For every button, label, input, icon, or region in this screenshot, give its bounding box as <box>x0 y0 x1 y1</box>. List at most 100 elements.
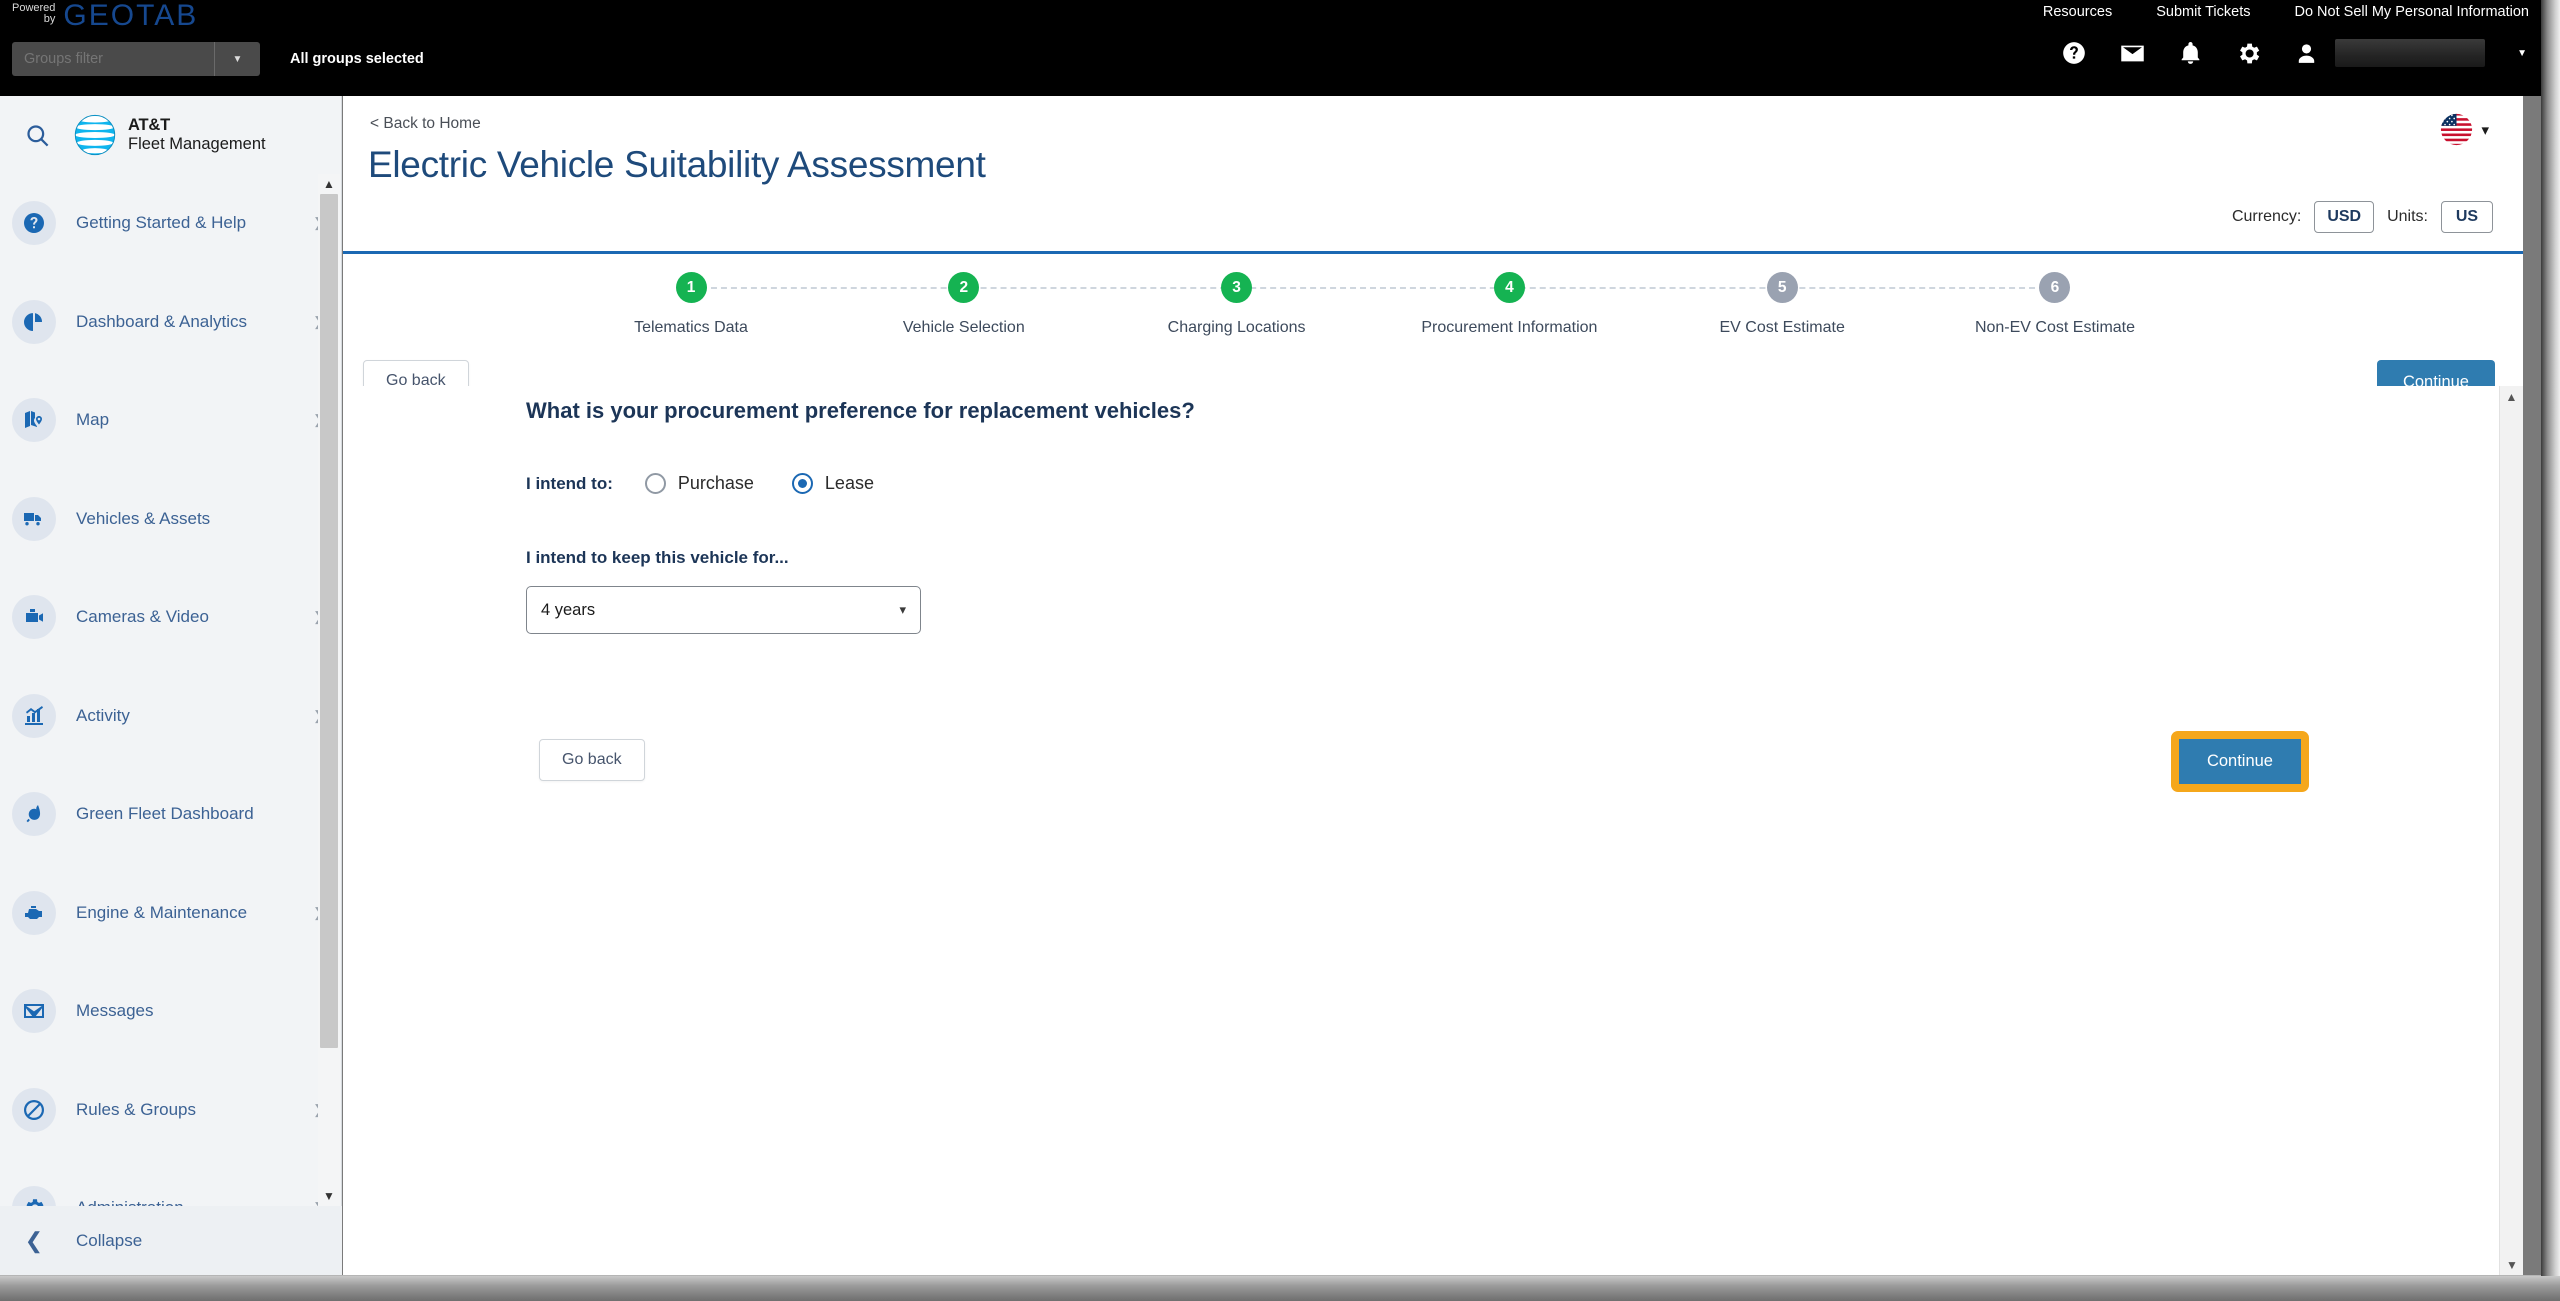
back-to-home-link[interactable]: < Back to Home <box>370 115 481 133</box>
sidebar-item-label: Administration <box>76 1198 313 1206</box>
sidebar-item-messages[interactable]: Messages <box>0 962 342 1061</box>
step-ev-cost-estimate[interactable]: 5 EV Cost Estimate <box>1684 272 1880 337</box>
stepper-area: 1 Telematics Data 2 Vehicle Selection 3 … <box>343 254 2523 405</box>
units-value-button[interactable]: US <box>2441 201 2493 233</box>
scroll-down-icon[interactable]: ▼ <box>2500 1254 2524 1276</box>
app-window: Powered by GEOTAB Resources Submit Ticke… <box>0 0 2560 1301</box>
sidebar-item-activity[interactable]: Activity ❯ <box>0 667 342 766</box>
keep-duration-select[interactable]: 4 years ▾ <box>526 586 921 634</box>
step-label: Non-EV Cost Estimate <box>1974 319 2136 336</box>
continue-highlight-ring: Continue <box>2170 731 2309 792</box>
sidebar-item-label: Cameras & Video <box>76 607 209 627</box>
att-logo-text: AT&T Fleet Management <box>128 116 266 155</box>
main-scrollbar[interactable]: ▲ ▼ <box>2499 386 2523 1276</box>
sidebar-item-administration[interactable]: Administration ❯ <box>0 1159 342 1206</box>
scroll-up-icon[interactable]: ▲ <box>318 174 340 194</box>
sidebar-item-label: Activity <box>76 705 130 725</box>
leaf-icon <box>12 792 56 837</box>
us-flag-icon <box>2441 113 2473 146</box>
att-fleet-logo: AT&T Fleet Management <box>74 114 266 156</box>
sidebar-scrollbar-thumb[interactable] <box>320 194 338 1048</box>
sidebar-scrollbar[interactable]: ▲ ▼ <box>318 174 340 1206</box>
topbar-icon-group: ▼ <box>2059 38 2527 68</box>
sidebar-item-engine-maintenance[interactable]: Engine & Maintenance ❯ <box>0 864 342 963</box>
groups-filter[interactable]: ▼ <box>12 42 260 76</box>
sidebar-item-label: Messages <box>76 1001 154 1021</box>
sidebar-item-label: Map <box>76 410 110 430</box>
step-number: 6 <box>2039 272 2071 303</box>
chevron-down-icon[interactable]: ▼ <box>2517 48 2527 59</box>
bell-icon[interactable] <box>2175 38 2205 68</box>
scroll-up-icon[interactable]: ▲ <box>2500 386 2523 408</box>
help-icon[interactable] <box>2059 38 2089 68</box>
powered-by-text: Powered by <box>12 1 55 25</box>
att-logo-line2: Fleet Management <box>128 135 266 153</box>
link-do-not-sell[interactable]: Do Not Sell My Personal Information <box>2294 4 2529 20</box>
currency-value-button[interactable]: USD <box>2314 201 2375 233</box>
radio-option-lease[interactable]: Lease <box>791 473 874 494</box>
step-label: Charging Locations <box>1167 319 1306 336</box>
radio-purchase-label: Purchase <box>677 473 754 493</box>
sidebar-item-dashboard-analytics[interactable]: Dashboard & Analytics ❯ <box>0 273 342 372</box>
radio-lease-input[interactable] <box>791 473 813 494</box>
search-icon[interactable] <box>0 122 74 149</box>
topbar-links: Resources Submit Tickets Do Not Sell My … <box>2043 4 2529 20</box>
sidebar-item-label: Green Fleet Dashboard <box>76 804 254 824</box>
step-number: 2 <box>948 272 980 303</box>
keep-duration-value: 4 years <box>541 600 596 619</box>
chevron-left-icon: ❮ <box>24 1228 44 1253</box>
sidebar-item-label: Dashboard & Analytics <box>76 311 248 331</box>
truck-icon <box>12 496 56 541</box>
bottom-go-back-button[interactable]: Go back <box>539 739 645 781</box>
map-pin-icon <box>12 398 56 443</box>
user-icon[interactable] <box>2291 38 2321 68</box>
sidebar-item-rules-groups[interactable]: Rules & Groups ❯ <box>0 1061 342 1160</box>
step-vehicle-selection[interactable]: 2 Vehicle Selection <box>866 272 1062 337</box>
geotab-logo: Powered by GEOTAB <box>12 1 198 31</box>
geotab-wordmark: GEOTAB <box>63 0 199 32</box>
sidebar-item-label: Rules & Groups <box>76 1099 196 1119</box>
gear-icon[interactable] <box>2233 38 2263 68</box>
step-label: Vehicle Selection <box>902 319 1025 336</box>
sidebar-collapse-button[interactable]: ❮ Collapse <box>0 1206 342 1276</box>
activity-chart-icon <box>12 693 56 738</box>
link-resources[interactable]: Resources <box>2043 4 2112 20</box>
intent-radio-group: I intend to: Purchase Lease <box>526 473 912 494</box>
radio-option-purchase[interactable]: Purchase <box>644 473 754 494</box>
step-charging-locations[interactable]: 3 Charging Locations <box>1139 272 1335 337</box>
step-telematics-data[interactable]: 1 Telematics Data <box>593 272 789 337</box>
bottom-continue-button[interactable]: Continue <box>2178 739 2301 784</box>
link-submit-tickets[interactable]: Submit Tickets <box>2156 4 2250 20</box>
progress-stepper: 1 Telematics Data 2 Vehicle Selection 3 … <box>593 272 2153 362</box>
step-label: Procurement Information <box>1421 319 1598 336</box>
envelope-icon <box>12 989 56 1034</box>
chevron-down-icon[interactable]: ▾ <box>899 602 906 618</box>
language-selector[interactable]: ▾ <box>2440 113 2489 146</box>
att-globe-icon <box>74 114 116 156</box>
by-word: by <box>43 13 56 25</box>
pie-chart-icon <box>12 299 56 344</box>
sidebar-item-green-fleet-dashboard[interactable]: Green Fleet Dashboard <box>0 765 342 864</box>
sidebar-item-map[interactable]: Map ❯ <box>0 371 342 470</box>
sidebar-item-label: Engine & Maintenance <box>76 902 248 922</box>
radio-purchase-input[interactable] <box>644 473 666 494</box>
sidebar-item-vehicles-assets[interactable]: Vehicles & Assets <box>0 470 342 569</box>
chevron-down-icon[interactable]: ▼ <box>214 42 260 76</box>
step-non-ev-cost-estimate[interactable]: 6 Non-EV Cost Estimate <box>1957 272 2153 337</box>
gear-icon <box>12 1186 56 1206</box>
step-procurement-information[interactable]: 4 Procurement Information <box>1411 272 1607 337</box>
username-field[interactable] <box>2335 39 2486 67</box>
chevron-down-icon[interactable]: ▾ <box>2481 121 2489 139</box>
groups-filter-input[interactable] <box>12 42 214 76</box>
sidebar-item-cameras-video[interactable]: Cameras & Video ❯ <box>0 568 342 667</box>
sidebar-item-getting-started[interactable]: Getting Started & Help ❯ <box>0 174 342 273</box>
camera-icon <box>12 595 56 640</box>
step-number: 1 <box>675 272 707 303</box>
sidebar-header: AT&T Fleet Management <box>0 96 341 174</box>
scroll-down-icon[interactable]: ▼ <box>318 1186 340 1206</box>
procurement-form: What is your procurement preference for … <box>343 386 2498 1276</box>
mail-icon[interactable] <box>2117 38 2147 68</box>
sidebar-item-label: Vehicles & Assets <box>76 508 211 528</box>
question-title: What is your procurement preference for … <box>526 398 1195 423</box>
engine-icon <box>12 890 56 935</box>
